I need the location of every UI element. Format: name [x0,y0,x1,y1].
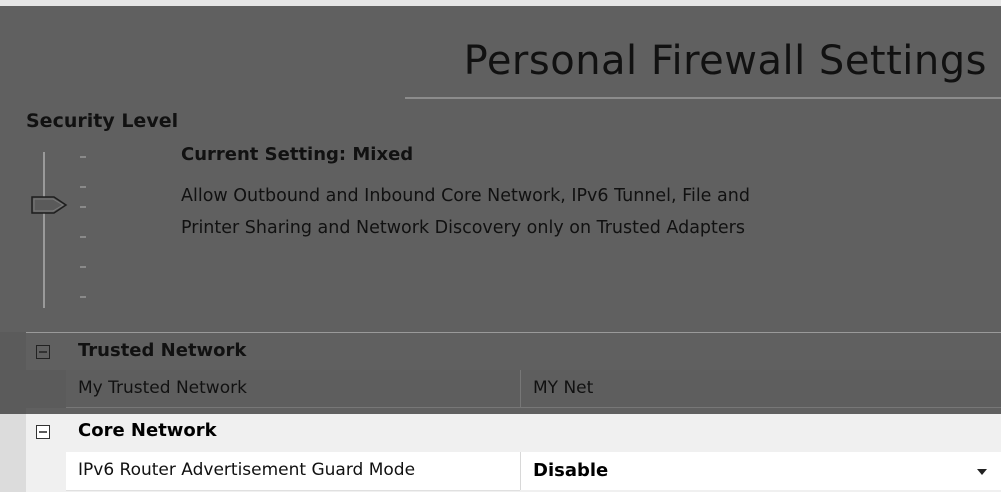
title-divider [405,97,1001,99]
security-description: Allow Outbound and Inbound Core Network,… [181,180,961,244]
chevron-down-icon[interactable] [977,469,987,475]
row-gutter [26,452,66,490]
slider-track [43,152,45,308]
category-trusted-network[interactable]: Trusted Network [26,334,1001,372]
slider-tick [80,186,86,188]
property-value-dropdown[interactable]: Disable [521,452,1001,490]
grid-left-margin-highlighted [0,414,26,492]
security-level-slider[interactable] [24,148,94,313]
slider-tick [80,236,86,238]
category-core-network[interactable]: Core Network [26,414,1001,452]
top-edge [0,0,1001,6]
collapse-minus-icon[interactable] [36,424,50,439]
property-name: My Trusted Network [78,378,247,398]
current-setting-label: Current Setting: Mixed [181,144,414,165]
category-label: Core Network [78,420,217,441]
property-value-cell[interactable]: MY Net [521,370,1001,408]
slider-tick [80,296,86,298]
firewall-settings-window: Personal Firewall Settings Security Leve… [0,0,1001,492]
property-value: MY Net [533,378,594,398]
property-name-cell[interactable]: IPv6 Router Advertisement Guard Mode [66,452,520,491]
description-line: Printer Sharing and Network Discovery on… [181,218,745,238]
property-row-my-trusted-network[interactable]: My Trusted Network MY Net [26,370,1001,408]
page-title: Personal Firewall Settings [463,38,987,84]
property-name: IPv6 Router Advertisement Guard Mode [78,460,416,480]
property-grid: Trusted Network My Trusted Network MY Ne… [0,332,1001,492]
slider-tick [80,266,86,268]
slider-tick [80,156,86,158]
collapse-minus-icon[interactable] [36,344,50,359]
row-border [66,407,1001,408]
slider-tick [80,206,86,208]
property-row-ipv6-ra-guard[interactable]: IPv6 Router Advertisement Guard Mode Dis… [26,452,1001,491]
row-gutter [26,370,66,408]
grid-top-border [26,332,1001,333]
property-value: Disable [533,460,609,481]
property-name-cell[interactable]: My Trusted Network [66,370,520,408]
security-level-label: Security Level [26,110,179,132]
slider-thumb-icon[interactable] [30,194,70,220]
category-label: Trusted Network [78,340,247,361]
description-line: Allow Outbound and Inbound Core Network,… [181,186,750,206]
